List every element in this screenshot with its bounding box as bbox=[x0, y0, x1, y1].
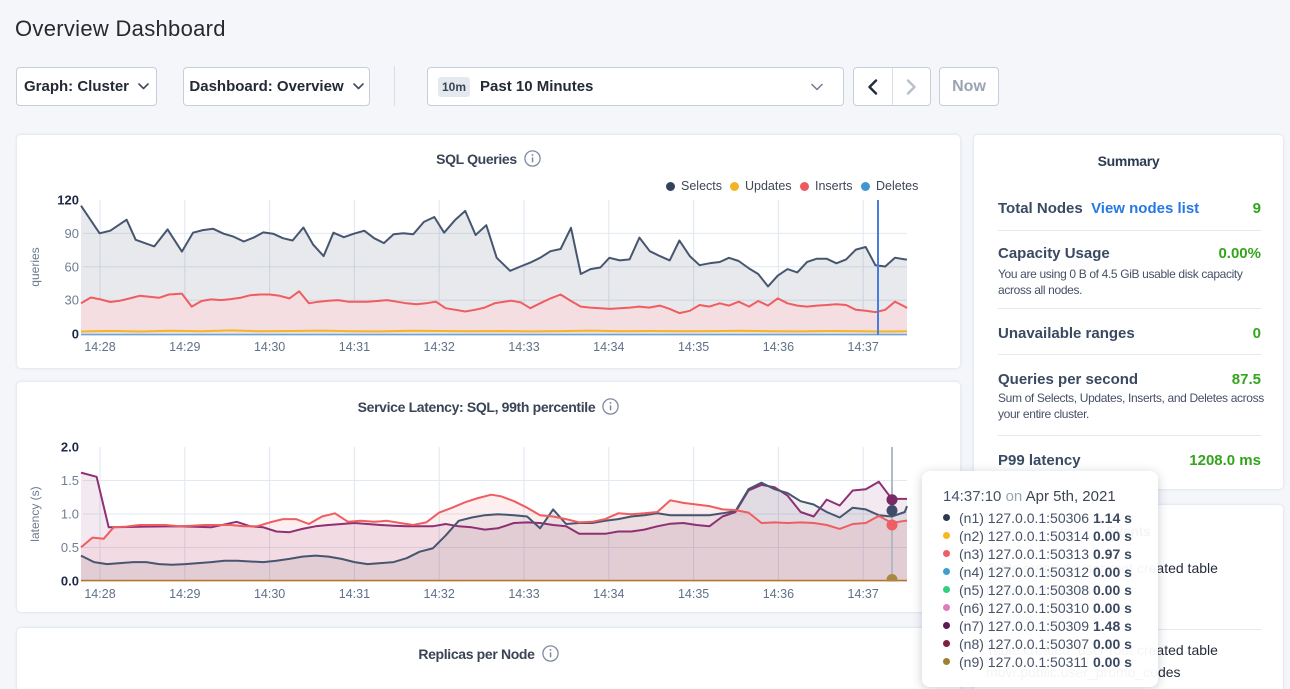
svg-text:14:33: 14:33 bbox=[508, 587, 539, 601]
svg-text:14:31: 14:31 bbox=[339, 340, 370, 354]
svg-text:14:36: 14:36 bbox=[763, 340, 794, 354]
svg-text:14:28: 14:28 bbox=[84, 587, 115, 601]
svg-text:14:33: 14:33 bbox=[508, 340, 539, 354]
svg-text:2.0: 2.0 bbox=[61, 440, 79, 455]
svg-text:14:35: 14:35 bbox=[678, 587, 709, 601]
svg-text:0: 0 bbox=[72, 327, 79, 342]
svg-text:latency (s): latency (s) bbox=[28, 486, 42, 541]
svg-text:0.0: 0.0 bbox=[61, 574, 79, 589]
svg-text:60: 60 bbox=[65, 259, 79, 274]
svg-text:14:30: 14:30 bbox=[254, 340, 285, 354]
svg-text:14:32: 14:32 bbox=[424, 587, 455, 601]
svg-text:0.5: 0.5 bbox=[61, 540, 79, 555]
svg-text:14:35: 14:35 bbox=[678, 340, 709, 354]
svg-text:90: 90 bbox=[65, 226, 79, 241]
svg-text:14:31: 14:31 bbox=[339, 587, 370, 601]
svg-text:14:34: 14:34 bbox=[593, 340, 624, 354]
svg-text:14:28: 14:28 bbox=[84, 340, 115, 354]
svg-text:14:30: 14:30 bbox=[254, 587, 285, 601]
svg-text:14:36: 14:36 bbox=[763, 587, 794, 601]
svg-text:14:37: 14:37 bbox=[848, 340, 879, 354]
svg-text:120: 120 bbox=[57, 193, 79, 208]
svg-text:1.5: 1.5 bbox=[61, 473, 79, 488]
svg-text:queries: queries bbox=[28, 247, 42, 286]
svg-text:30: 30 bbox=[65, 293, 79, 308]
svg-text:14:34: 14:34 bbox=[593, 587, 624, 601]
svg-text:1.0: 1.0 bbox=[61, 507, 79, 522]
svg-text:14:29: 14:29 bbox=[169, 340, 200, 354]
svg-text:14:37: 14:37 bbox=[848, 587, 879, 601]
svg-text:14:32: 14:32 bbox=[424, 340, 455, 354]
svg-text:14:29: 14:29 bbox=[169, 587, 200, 601]
